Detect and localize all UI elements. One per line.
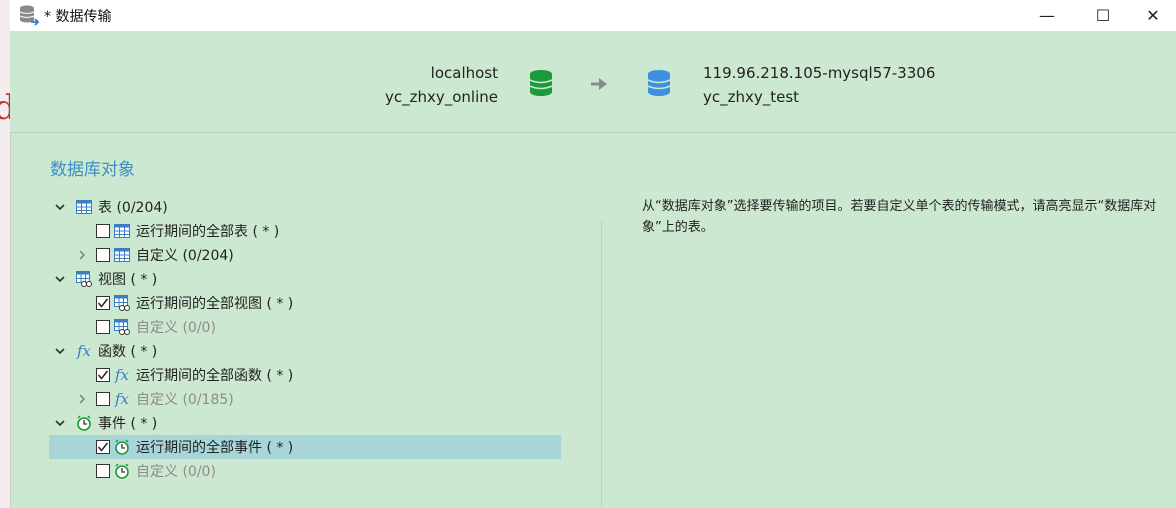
events-all-checkbox[interactable] xyxy=(96,440,110,454)
target-database-icon xyxy=(647,70,671,96)
functions-custom-label: 自定义 (0/185) xyxy=(136,392,234,408)
tree-node-events-custom[interactable]: 自定义 (0/0) xyxy=(96,459,216,483)
title-bar: * 数据传输 — ☐ ✕ xyxy=(10,0,1176,32)
window-title: * 数据传输 xyxy=(44,9,112,25)
views-custom-label: 自定义 (0/0) xyxy=(136,320,216,336)
target-database: yc_zhxy_test xyxy=(703,88,800,106)
tree-node-functions-label: 函数 ( * ) xyxy=(98,344,158,360)
source-database-icon xyxy=(529,70,553,96)
tree-node-views-custom[interactable]: 自定义 (0/0) xyxy=(96,315,216,339)
tree-node-tables[interactable]: 表 (0/204) xyxy=(53,195,168,219)
function-icon: fx xyxy=(114,390,129,408)
collapse-chevron-icon[interactable] xyxy=(53,344,67,358)
tree-node-views-all[interactable]: 运行期间的全部视图 ( * ) xyxy=(96,291,293,315)
table-icon xyxy=(75,198,93,216)
view-icon xyxy=(113,318,131,336)
function-icon: fx xyxy=(76,342,91,360)
help-description: 从“数据库对象”选择要传输的项目。若要自定义单个表的传输模式，请高亮显示“数据库… xyxy=(642,199,1157,235)
events-custom-label: 自定义 (0/0) xyxy=(136,464,216,480)
tables-all-label: 运行期间的全部表 ( * ) xyxy=(136,224,280,240)
view-icon xyxy=(75,270,93,288)
views-all-label: 运行期间的全部视图 ( * ) xyxy=(136,296,294,312)
view-icon xyxy=(113,294,131,312)
maximize-button[interactable]: ☐ xyxy=(1080,0,1126,31)
event-clock-icon xyxy=(75,414,93,432)
tree-node-tables-label: 表 (0/204) xyxy=(98,200,168,216)
tree-node-events-all[interactable]: 运行期间的全部事件 ( * ) xyxy=(49,435,561,459)
minimize-button[interactable]: — xyxy=(1024,0,1070,31)
target-host: 119.96.218.105-mysql57-3306 xyxy=(703,64,936,82)
tables-custom-checkbox[interactable] xyxy=(96,248,110,262)
tree-node-functions-custom[interactable]: fx 自定义 (0/185) xyxy=(75,387,234,411)
functions-custom-checkbox[interactable] xyxy=(96,392,110,406)
collapse-chevron-icon[interactable] xyxy=(53,416,67,430)
tree-node-functions-all[interactable]: fx 运行期间的全部函数 ( * ) xyxy=(96,363,293,387)
expand-chevron-icon[interactable] xyxy=(75,392,89,406)
views-custom-checkbox[interactable] xyxy=(96,320,110,334)
close-icon: ✕ xyxy=(1146,6,1160,25)
section-title: 数据库对象 xyxy=(50,160,135,180)
function-icon: fx xyxy=(114,366,129,384)
events-all-label: 运行期间的全部事件 ( * ) xyxy=(136,440,294,456)
tree-node-events-label: 事件 ( * ) xyxy=(98,416,158,432)
views-all-checkbox[interactable] xyxy=(96,296,110,310)
event-clock-icon xyxy=(113,462,131,480)
tree-node-events[interactable]: 事件 ( * ) xyxy=(53,411,157,435)
tables-custom-label: 自定义 (0/204) xyxy=(136,248,234,264)
tree-node-views[interactable]: 视图 ( * ) xyxy=(53,267,157,291)
tables-all-checkbox[interactable] xyxy=(96,224,110,238)
target-connection: 119.96.218.105-mysql57-3306 yc_zhxy_test xyxy=(703,61,935,109)
collapse-chevron-icon[interactable] xyxy=(53,200,67,214)
functions-all-checkbox[interactable] xyxy=(96,368,110,382)
maximize-icon: ☐ xyxy=(1095,6,1111,25)
tree-node-tables-all[interactable]: 运行期间的全部表 ( * ) xyxy=(96,219,279,243)
data-transfer-app-icon xyxy=(19,5,40,26)
event-clock-icon xyxy=(113,438,131,456)
tree-node-views-label: 视图 ( * ) xyxy=(98,272,158,288)
source-database: yc_zhxy_online xyxy=(384,88,498,106)
tree-node-tables-custom[interactable]: 自定义 (0/204) xyxy=(75,243,234,267)
source-host: localhost xyxy=(430,64,498,82)
pane-divider[interactable] xyxy=(601,220,602,508)
events-custom-checkbox[interactable] xyxy=(96,464,110,478)
tree-node-functions[interactable]: fx 函数 ( * ) xyxy=(53,339,157,363)
transfer-arrow-icon xyxy=(591,78,607,90)
expand-chevron-icon[interactable] xyxy=(75,248,89,262)
table-icon xyxy=(113,246,131,264)
table-icon xyxy=(113,222,131,240)
collapse-chevron-icon[interactable] xyxy=(53,272,67,286)
functions-all-label: 运行期间的全部函数 ( * ) xyxy=(136,368,294,384)
source-connection: localhost yc_zhxy_online xyxy=(385,61,498,109)
minimize-icon: — xyxy=(1039,6,1055,25)
connection-header: localhost yc_zhxy_online 119.96.218.105-… xyxy=(10,31,1176,133)
close-button[interactable]: ✕ xyxy=(1130,0,1176,31)
